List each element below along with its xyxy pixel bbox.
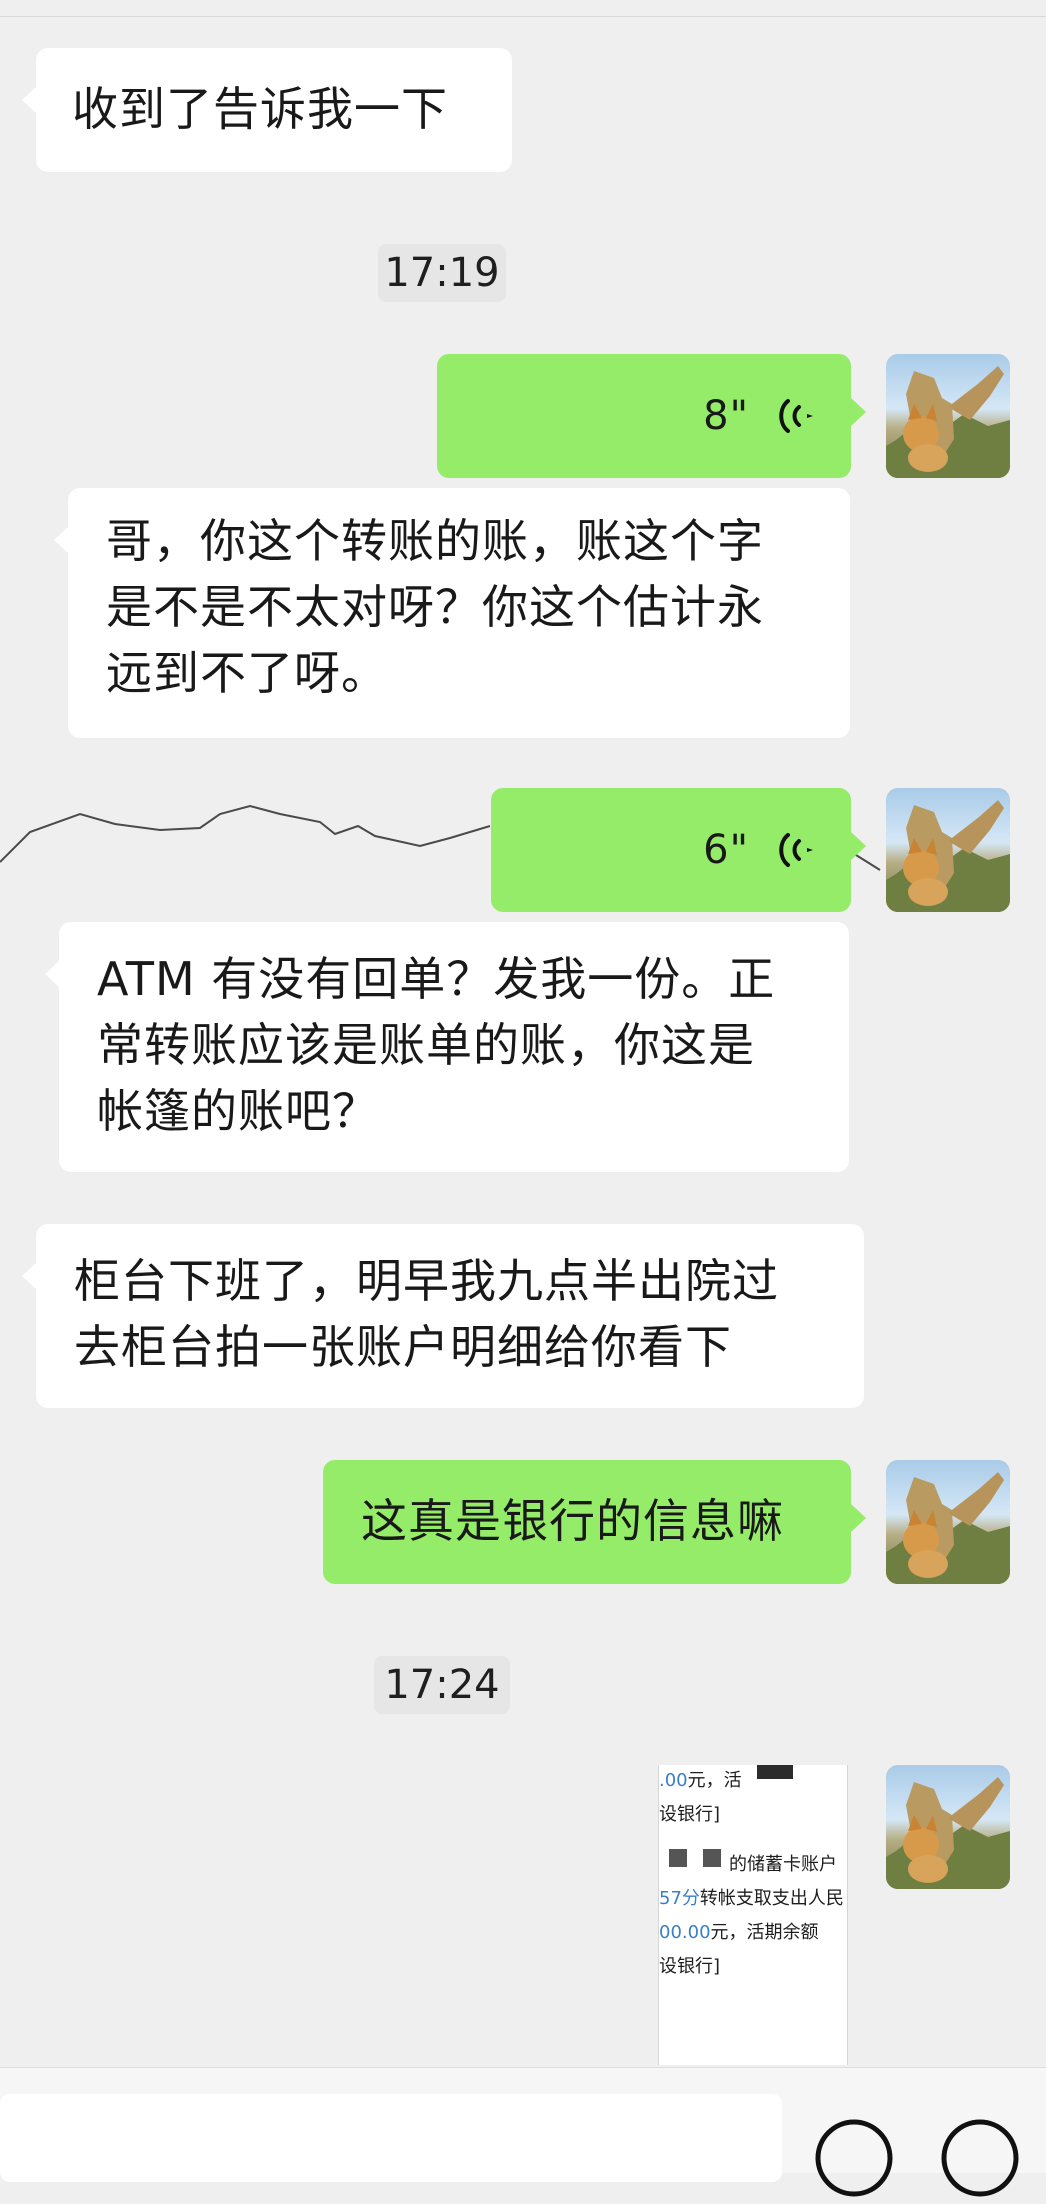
message-line-2: 是不是不太对呀？你这个估计永 — [106, 580, 764, 634]
dog-avatar-icon[interactable] — [886, 788, 1010, 912]
chat-window: 收到了告诉我一下 17:19 8" 哥，你这个转账的账，账这个字 是不是不太对呀… — [0, 0, 1046, 2197]
outgoing-message-1[interactable]: 这真是银行的信息嘛 — [323, 1460, 866, 1584]
image-text-line: 设银行] — [659, 1956, 721, 1977]
emoji-icon[interactable] — [808, 2112, 900, 2204]
outgoing-voice-message-2[interactable]: 6" — [491, 788, 866, 912]
avatar-image-icon — [886, 366, 1010, 478]
voice-wave-icon — [779, 833, 813, 867]
image-redaction — [669, 1849, 687, 1867]
voice-message-content: 6" — [491, 788, 851, 912]
image-redaction — [703, 1849, 721, 1867]
message-line-3: 远到不了呀。 — [106, 646, 388, 700]
dog-avatar-icon[interactable] — [886, 1765, 1010, 1889]
timestamp: 17:24 — [374, 1656, 510, 1714]
message-input-field[interactable] — [0, 2094, 782, 2182]
voice-duration: 6" — [703, 827, 749, 873]
incoming-message-2[interactable]: 哥，你这个转账的账，账这个字 是不是不太对呀？你这个估计永 远到不了呀。 — [54, 488, 850, 738]
image-text-line: 设银行] — [659, 1804, 721, 1825]
message-line-2: 去柜台拍一张账户明细给你看下 — [74, 1320, 732, 1374]
message-line-1: ATM 有没有回单？发我一份。正 — [97, 952, 776, 1006]
avatar-image-icon — [886, 800, 1010, 912]
timestamp: 17:19 — [378, 244, 506, 302]
image-text-line: 00.00元，活期余额 — [659, 1922, 819, 1943]
incoming-message-4[interactable]: 柜台下班了，明早我九点半出院过 去柜台拍一张账户明细给你看下 — [22, 1224, 864, 1408]
image-redaction — [757, 1765, 793, 1779]
dog-avatar-icon[interactable] — [886, 354, 1010, 478]
voice-message-content: 8" — [437, 354, 851, 478]
message-input-bar — [0, 2067, 1046, 2197]
image-text-line: 的储蓄卡账户 — [729, 1854, 837, 1875]
incoming-message-1[interactable]: 收到了告诉我一下 — [22, 48, 512, 172]
plus-icon[interactable] — [934, 2112, 1026, 2204]
message-text: 收到了告诉我一下 — [72, 82, 448, 136]
message-line-1: 哥，你这个转账的账，账这个字 — [106, 514, 764, 568]
image-text-line: 57分转帐支取支出人民 — [659, 1888, 844, 1909]
avatar-image-icon — [886, 1472, 1010, 1584]
message-text: 这真是银行的信息嘛 — [361, 1494, 784, 1548]
dog-avatar-icon[interactable] — [886, 1460, 1010, 1584]
message-line-2: 常转账应该是账单的账，你这是 — [97, 1018, 755, 1072]
outgoing-voice-message-1[interactable]: 8" — [437, 354, 866, 478]
voice-wave-icon — [779, 399, 813, 433]
avatar-image-icon — [886, 1777, 1010, 1889]
bank-message-image[interactable]: .00元，活 设银行] 的储蓄卡账户 57分转帐支取支出人民 00.00元，活期… — [658, 1765, 848, 2065]
message-line-3: 帐篷的账吧？ — [97, 1084, 379, 1138]
message-line-1: 柜台下班了，明早我九点半出院过 — [74, 1254, 779, 1308]
top-divider — [0, 16, 1046, 17]
image-text-line: .00元，活 — [659, 1770, 742, 1791]
incoming-message-3[interactable]: ATM 有没有回单？发我一份。正 常转账应该是账单的账，你这是 帐篷的账吧？ — [45, 922, 849, 1172]
voice-duration: 8" — [703, 393, 749, 439]
